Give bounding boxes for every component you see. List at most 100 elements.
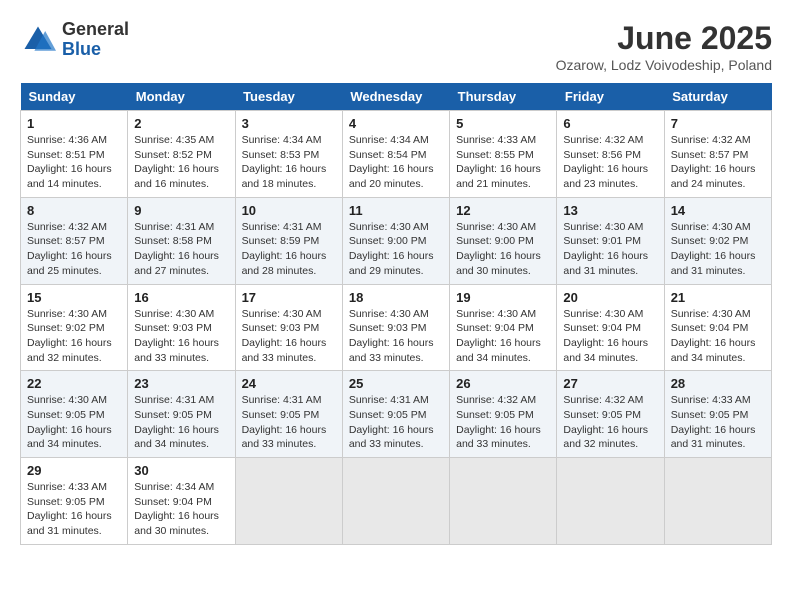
calendar-cell: 27 Sunrise: 4:32 AMSunset: 9:05 PMDayligh… [557, 371, 664, 458]
day-info: Sunrise: 4:30 AMSunset: 9:03 PMDaylight:… [134, 307, 228, 366]
weekday-header: Monday [128, 83, 235, 111]
calendar-cell: 21 Sunrise: 4:30 AMSunset: 9:04 PMDayligh… [664, 284, 771, 371]
day-number: 25 [349, 376, 443, 391]
day-number: 4 [349, 116, 443, 131]
calendar-cell: 24Sunrise: 4:31 AMSunset: 9:05 PMDayligh… [235, 371, 342, 458]
calendar-cell: 22 Sunrise: 4:30 AMSunset: 9:05 PMDayligh… [21, 371, 128, 458]
calendar-cell: 19Sunrise: 4:30 AMSunset: 9:04 PMDayligh… [450, 284, 557, 371]
calendar-cell [235, 458, 342, 545]
weekday-header: Tuesday [235, 83, 342, 111]
day-number: 22 [27, 376, 121, 391]
day-info: Sunrise: 4:32 AMSunset: 8:57 PMDaylight:… [671, 133, 765, 192]
day-number: 29 [27, 463, 121, 478]
day-info: Sunrise: 4:33 AMSunset: 8:55 PMDaylight:… [456, 133, 550, 192]
day-info: Sunrise: 4:35 AMSunset: 8:52 PMDaylight:… [134, 133, 228, 192]
calendar-cell: 12 Sunrise: 4:30 AMSunset: 9:00 PMDayligh… [450, 197, 557, 284]
day-info: Sunrise: 4:32 AMSunset: 8:57 PMDaylight:… [27, 220, 121, 279]
calendar-cell: 18 Sunrise: 4:30 AMSunset: 9:03 PMDayligh… [342, 284, 449, 371]
calendar-cell: 11 Sunrise: 4:30 AMSunset: 9:00 PMDayligh… [342, 197, 449, 284]
day-info: Sunrise: 4:32 AMSunset: 9:05 PMDaylight:… [563, 393, 657, 452]
calendar-cell: 28 Sunrise: 4:33 AMSunset: 9:05 PMDayligh… [664, 371, 771, 458]
day-number: 16 [134, 290, 228, 305]
calendar-cell: 3Sunrise: 4:34 AMSunset: 8:53 PMDaylight… [235, 111, 342, 198]
logo-text: General Blue [62, 20, 129, 60]
day-number: 18 [349, 290, 443, 305]
day-info: Sunrise: 4:31 AMSunset: 8:59 PMDaylight:… [242, 220, 336, 279]
day-number: 1 [27, 116, 121, 131]
day-info: Sunrise: 4:32 AMSunset: 8:56 PMDaylight:… [563, 133, 657, 192]
day-number: 20 [563, 290, 657, 305]
calendar-week-row: 29 Sunrise: 4:33 AMSunset: 9:05 PMDayligh… [21, 458, 772, 545]
day-info: Sunrise: 4:30 AMSunset: 9:02 PMDaylight:… [671, 220, 765, 279]
day-info: Sunrise: 4:34 AMSunset: 9:04 PMDaylight:… [134, 480, 228, 539]
weekday-header: Thursday [450, 83, 557, 111]
day-info: Sunrise: 4:33 AMSunset: 9:05 PMDaylight:… [27, 480, 121, 539]
day-info: Sunrise: 4:32 AMSunset: 9:05 PMDaylight:… [456, 393, 550, 452]
calendar-cell: 9Sunrise: 4:31 AMSunset: 8:58 PMDaylight… [128, 197, 235, 284]
calendar-week-row: 1 Sunrise: 4:36 AMSunset: 8:51 PMDaylight… [21, 111, 772, 198]
calendar-cell: 23Sunrise: 4:31 AMSunset: 9:05 PMDayligh… [128, 371, 235, 458]
day-info: Sunrise: 4:33 AMSunset: 9:05 PMDaylight:… [671, 393, 765, 452]
weekday-header-row: SundayMondayTuesdayWednesdayThursdayFrid… [21, 83, 772, 111]
calendar-cell: 29 Sunrise: 4:33 AMSunset: 9:05 PMDayligh… [21, 458, 128, 545]
day-number: 5 [456, 116, 550, 131]
calendar-cell: 20Sunrise: 4:30 AMSunset: 9:04 PMDayligh… [557, 284, 664, 371]
calendar-cell: 7 Sunrise: 4:32 AMSunset: 8:57 PMDaylight… [664, 111, 771, 198]
calendar-cell: 2 Sunrise: 4:35 AMSunset: 8:52 PMDaylight… [128, 111, 235, 198]
day-info: Sunrise: 4:30 AMSunset: 9:04 PMDaylight:… [456, 307, 550, 366]
calendar-cell: 5 Sunrise: 4:33 AMSunset: 8:55 PMDaylight… [450, 111, 557, 198]
calendar-week-row: 8 Sunrise: 4:32 AMSunset: 8:57 PMDaylight… [21, 197, 772, 284]
day-info: Sunrise: 4:30 AMSunset: 9:01 PMDaylight:… [563, 220, 657, 279]
day-info: Sunrise: 4:30 AMSunset: 9:03 PMDaylight:… [349, 307, 443, 366]
calendar-cell: 26 Sunrise: 4:32 AMSunset: 9:05 PMDayligh… [450, 371, 557, 458]
day-info: Sunrise: 4:36 AMSunset: 8:51 PMDaylight:… [27, 133, 121, 192]
day-number: 27 [563, 376, 657, 391]
day-number: 11 [349, 203, 443, 218]
day-info: Sunrise: 4:30 AMSunset: 9:02 PMDaylight:… [27, 307, 121, 366]
logo: General Blue [20, 20, 129, 60]
day-number: 24 [242, 376, 336, 391]
day-info: Sunrise: 4:30 AMSunset: 9:04 PMDaylight:… [671, 307, 765, 366]
day-number: 13 [563, 203, 657, 218]
location: Ozarow, Lodz Voivodeship, Poland [556, 57, 772, 73]
calendar-week-row: 15Sunrise: 4:30 AMSunset: 9:02 PMDayligh… [21, 284, 772, 371]
logo-general: General [62, 20, 129, 40]
day-info: Sunrise: 4:31 AMSunset: 9:05 PMDaylight:… [134, 393, 228, 452]
calendar-cell: 30 Sunrise: 4:34 AMSunset: 9:04 PMDayligh… [128, 458, 235, 545]
page-header: General Blue June 2025 Ozarow, Lodz Voiv… [20, 20, 772, 73]
weekday-header: Sunday [21, 83, 128, 111]
calendar-cell: 10 Sunrise: 4:31 AMSunset: 8:59 PMDayligh… [235, 197, 342, 284]
calendar-cell [450, 458, 557, 545]
calendar-table: SundayMondayTuesdayWednesdayThursdayFrid… [20, 83, 772, 545]
day-number: 2 [134, 116, 228, 131]
day-info: Sunrise: 4:31 AMSunset: 8:58 PMDaylight:… [134, 220, 228, 279]
weekday-header: Saturday [664, 83, 771, 111]
calendar-cell: 25Sunrise: 4:31 AMSunset: 9:05 PMDayligh… [342, 371, 449, 458]
logo-icon [20, 22, 56, 58]
day-info: Sunrise: 4:30 AMSunset: 9:03 PMDaylight:… [242, 307, 336, 366]
logo-blue: Blue [62, 40, 129, 60]
day-number: 12 [456, 203, 550, 218]
day-number: 26 [456, 376, 550, 391]
day-info: Sunrise: 4:34 AMSunset: 8:54 PMDaylight:… [349, 133, 443, 192]
day-info: Sunrise: 4:30 AMSunset: 9:00 PMDaylight:… [349, 220, 443, 279]
day-info: Sunrise: 4:30 AMSunset: 9:05 PMDaylight:… [27, 393, 121, 452]
calendar-cell [557, 458, 664, 545]
day-number: 21 [671, 290, 765, 305]
calendar-cell: 15Sunrise: 4:30 AMSunset: 9:02 PMDayligh… [21, 284, 128, 371]
day-number: 8 [27, 203, 121, 218]
calendar-cell: 6 Sunrise: 4:32 AMSunset: 8:56 PMDaylight… [557, 111, 664, 198]
day-info: Sunrise: 4:30 AMSunset: 9:00 PMDaylight:… [456, 220, 550, 279]
calendar-cell [664, 458, 771, 545]
day-info: Sunrise: 4:34 AMSunset: 8:53 PMDaylight:… [242, 133, 336, 192]
day-number: 6 [563, 116, 657, 131]
day-number: 30 [134, 463, 228, 478]
day-number: 28 [671, 376, 765, 391]
month-title: June 2025 [556, 20, 772, 57]
day-number: 10 [242, 203, 336, 218]
calendar-cell: 1 Sunrise: 4:36 AMSunset: 8:51 PMDaylight… [21, 111, 128, 198]
weekday-header: Wednesday [342, 83, 449, 111]
day-number: 7 [671, 116, 765, 131]
title-area: June 2025 Ozarow, Lodz Voivodeship, Pola… [556, 20, 772, 73]
calendar-cell: 13 Sunrise: 4:30 AMSunset: 9:01 PMDayligh… [557, 197, 664, 284]
